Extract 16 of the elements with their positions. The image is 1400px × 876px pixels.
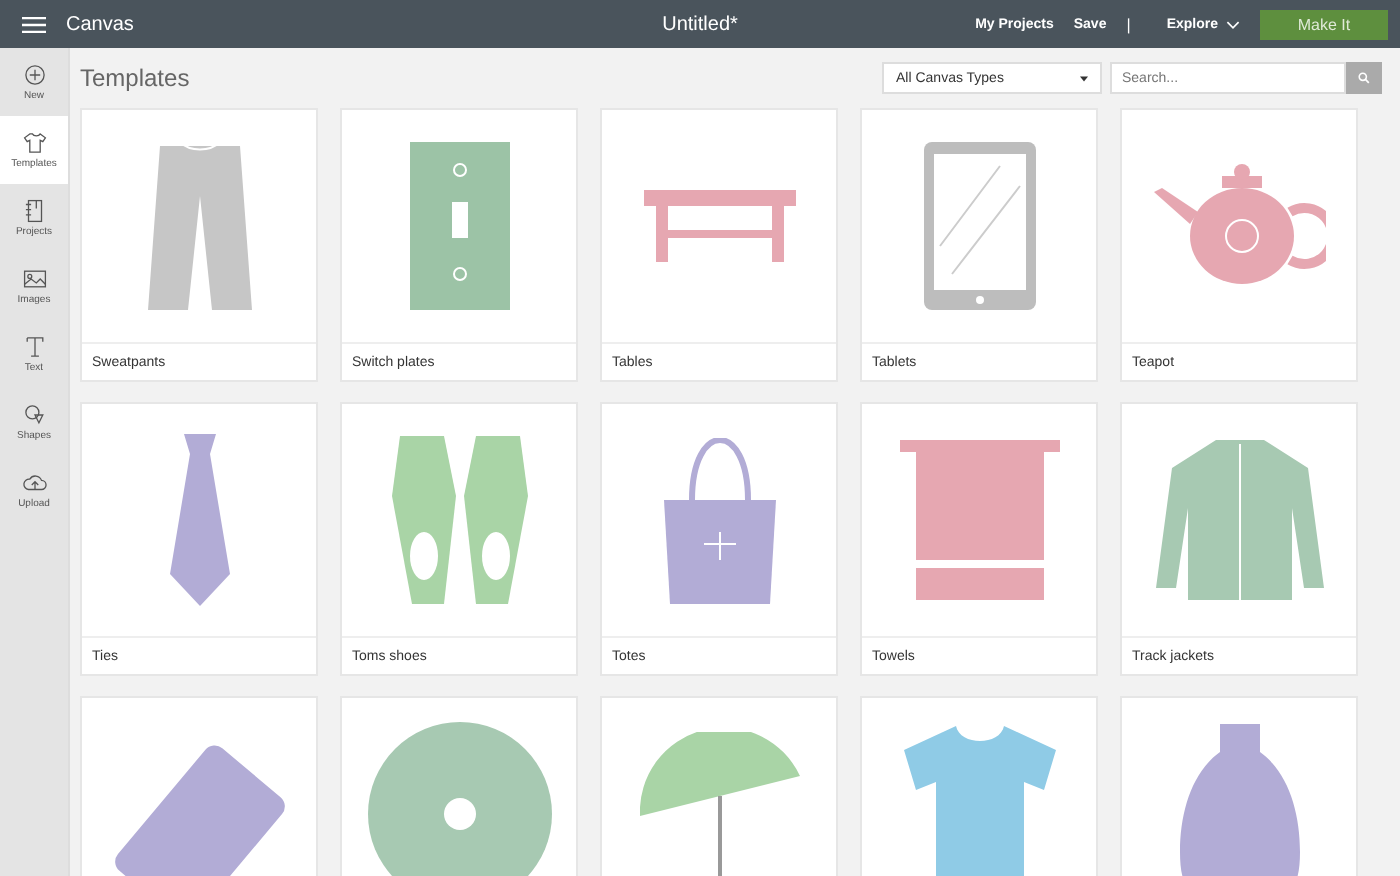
page-title: Templates <box>80 64 192 92</box>
text-icon <box>21 334 47 360</box>
app-name: Canvas <box>66 13 134 35</box>
cloud-upload-icon <box>21 470 47 496</box>
menu-icon[interactable] <box>22 15 46 33</box>
plus-icon <box>21 62 47 88</box>
shapes-icon <box>21 402 47 428</box>
document-title: Untitled* <box>662 13 738 35</box>
separator: | <box>1126 15 1131 33</box>
search-button[interactable] <box>1346 62 1382 94</box>
search-icon <box>1358 72 1370 84</box>
shirt-icon <box>21 130 47 156</box>
caret-icon <box>1080 75 1088 81</box>
image-icon <box>21 266 47 292</box>
chevron-icon <box>1226 19 1240 29</box>
notebook-icon <box>21 198 47 224</box>
